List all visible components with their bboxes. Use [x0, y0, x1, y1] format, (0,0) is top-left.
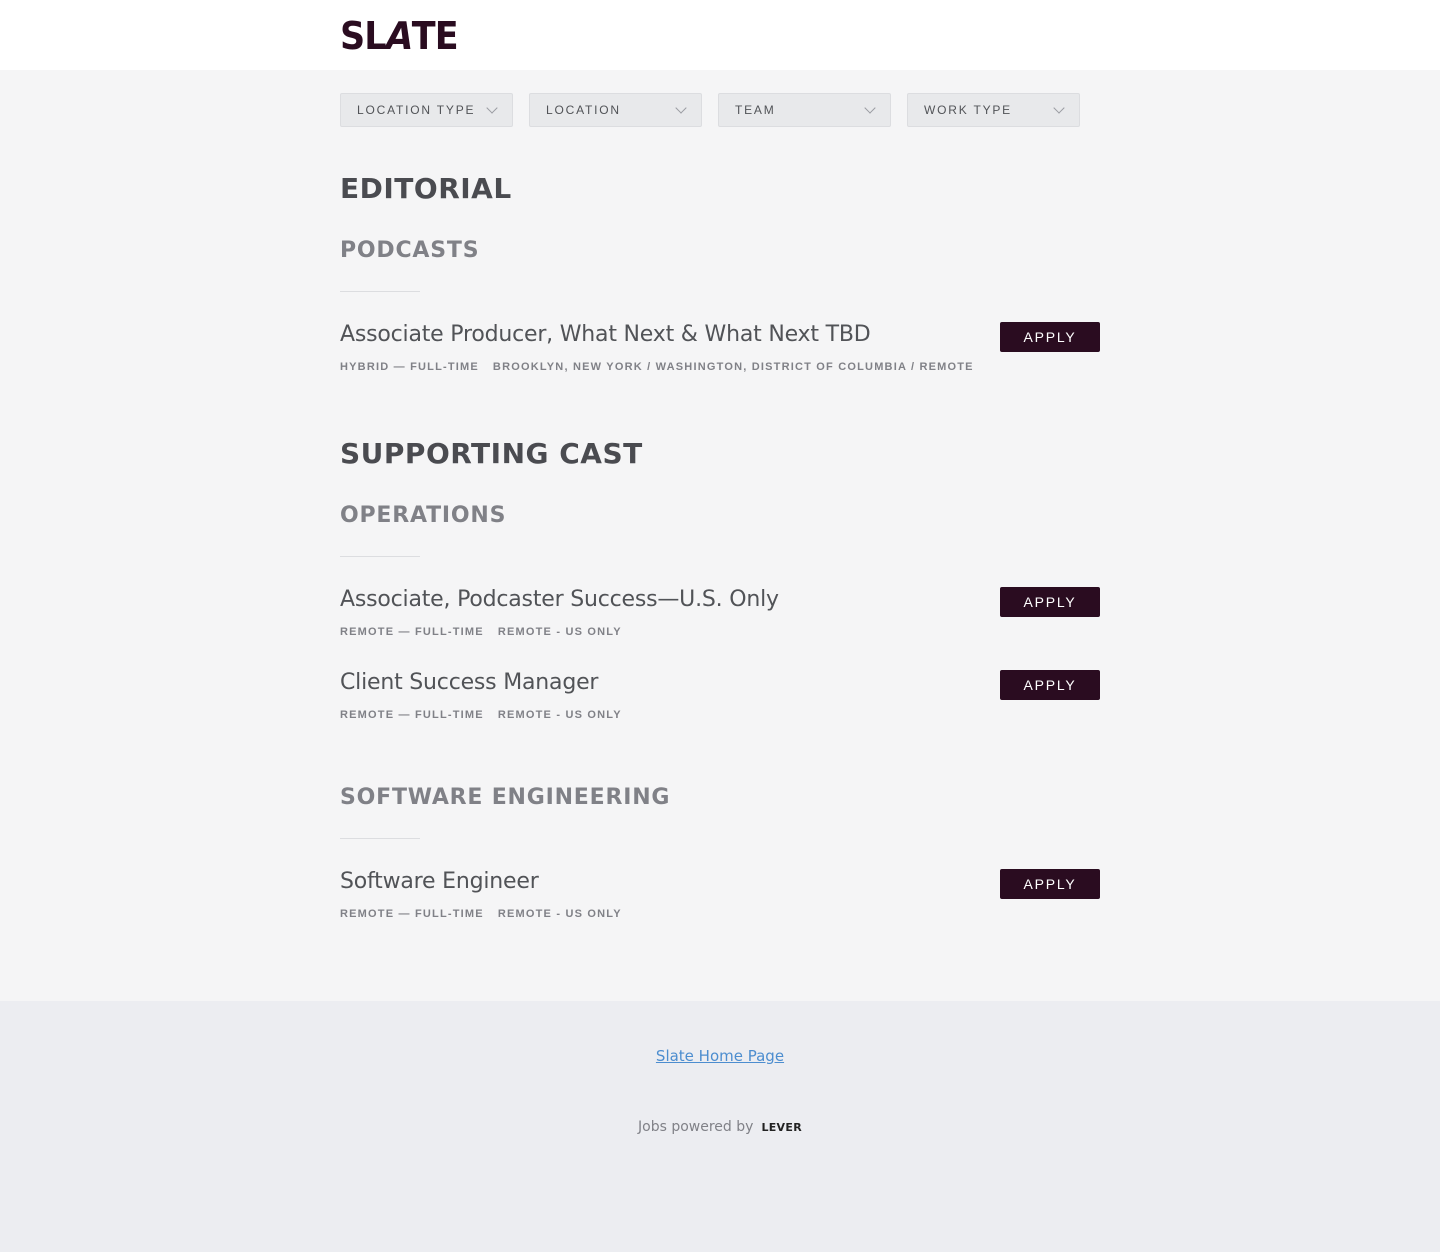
home-page-link: Slate Home Page — [0, 1047, 1440, 1065]
job-posting[interactable]: Associate Producer, What Next & What Nex… — [340, 322, 1100, 373]
job-posting[interactable]: Client Success Manager REMOTE — FULL-TIM… — [340, 670, 1100, 721]
posting-meta: REMOTE — FULL-TIME REMOTE - US ONLY — [340, 908, 1100, 920]
footer: Slate Home Page Jobs powered by LEVER — [0, 1001, 1440, 1252]
divider — [340, 291, 420, 292]
team-heading: SOFTWARE ENGINEERING — [340, 785, 671, 810]
posting-location: BROOKLYN, NEW YORK / WASHINGTON, DISTRIC… — [492, 361, 974, 373]
listing-column: EDITORIAL PODCASTS Associate Producer, W… — [340, 0, 1100, 1001]
powered-by: Jobs powered by LEVER — [0, 1119, 1440, 1135]
job-posting[interactable]: Associate, Podcaster Success—U.S. Only R… — [340, 587, 1100, 638]
apply-button[interactable]: APPLY — [1000, 670, 1100, 700]
posting-location: REMOTE - US ONLY — [497, 709, 622, 721]
team-heading: OPERATIONS — [340, 503, 507, 528]
job-posting[interactable]: Software Engineer REMOTE — FULL-TIME REMO… — [340, 869, 1100, 920]
apply-button[interactable]: APPLY — [1000, 869, 1100, 899]
posting-commitment: REMOTE — FULL-TIME — [340, 908, 484, 920]
posting-commitment: HYBRID — FULL-TIME — [340, 361, 479, 373]
department-heading: EDITORIAL — [340, 172, 512, 205]
posting-title[interactable]: Client Success Manager — [340, 670, 1100, 695]
posting-location: REMOTE - US ONLY — [497, 626, 622, 638]
posting-commitment: REMOTE — FULL-TIME — [340, 626, 484, 638]
home-page-link-text[interactable]: Slate Home Page — [656, 1047, 784, 1065]
department-heading: SUPPORTING CAST — [340, 437, 643, 470]
posting-title[interactable]: Associate, Podcaster Success—U.S. Only — [340, 587, 1100, 612]
posting-title[interactable]: Associate Producer, What Next & What Nex… — [340, 322, 1100, 347]
apply-button[interactable]: APPLY — [1000, 587, 1100, 617]
team-heading: PODCASTS — [340, 238, 480, 263]
apply-button[interactable]: APPLY — [1000, 322, 1100, 352]
lever-logo[interactable]: LEVER — [761, 1121, 802, 1134]
posting-meta: REMOTE — FULL-TIME REMOTE - US ONLY — [340, 626, 1100, 638]
divider — [340, 556, 420, 557]
posting-meta: REMOTE — FULL-TIME REMOTE - US ONLY — [340, 709, 1100, 721]
posting-title[interactable]: Software Engineer — [340, 869, 1100, 894]
posting-meta: HYBRID — FULL-TIME BROOKLYN, NEW YORK / W… — [340, 361, 1100, 373]
posting-location: REMOTE - US ONLY — [497, 908, 622, 920]
powered-by-text: Jobs powered by — [638, 1119, 754, 1135]
posting-commitment: REMOTE — FULL-TIME — [340, 709, 484, 721]
divider — [340, 838, 420, 839]
